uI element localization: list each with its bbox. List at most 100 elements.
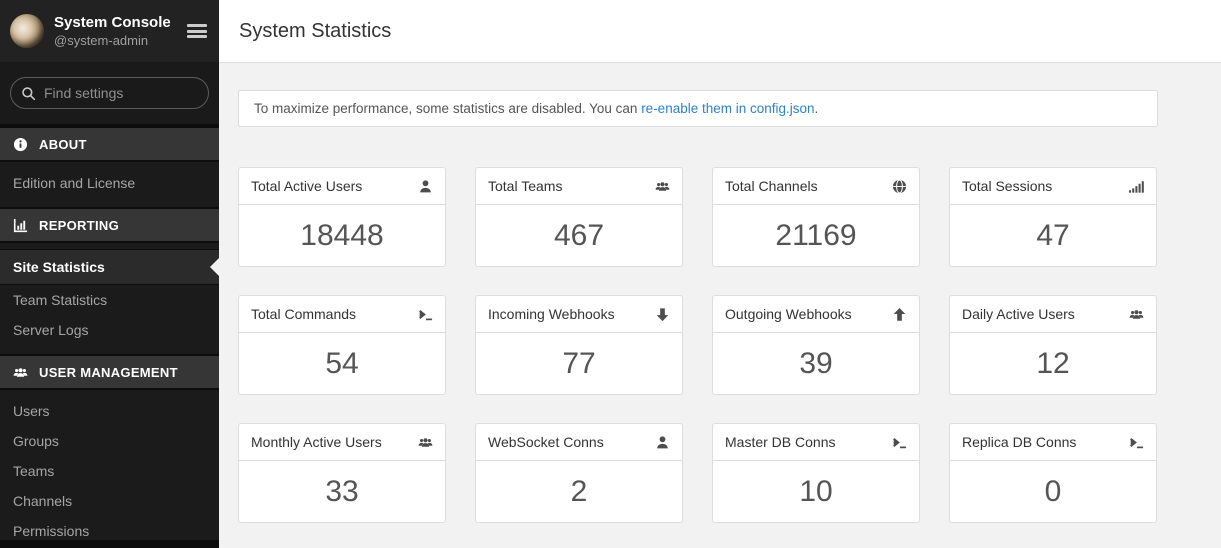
sidebar-section-items: Edition and License [0,162,219,207]
stat-card-body: 54 [239,333,445,394]
hamburger-menu-icon[interactable] [187,22,207,41]
stat-card-body: 77 [476,333,682,394]
search-icon [21,86,36,101]
stat-card-header: Incoming Webhooks [476,296,682,333]
stat-card-body: 21169 [713,205,919,266]
stat-card-title: Total Channels [725,178,818,194]
stat-value: 77 [562,347,595,381]
sidebar-item-channels[interactable]: Channels [0,486,219,516]
stat-card-body: 47 [950,205,1156,266]
sidebar-section-items: Site Statistics Team Statistics Server L… [0,243,219,354]
sidebar-item-permissions[interactable]: Permissions [0,516,219,540]
sidebar-section-label: ABOUT [39,137,87,152]
terminal-icon [891,434,907,450]
stat-card-header: Replica DB Conns [950,424,1156,461]
stat-value: 12 [1036,347,1069,381]
sidebar-item-edition-and-license[interactable]: Edition and License [0,168,219,198]
config-json-link[interactable]: re-enable them in config.json [641,101,814,116]
stat-card-title: Total Commands [251,306,356,322]
users-icon [13,364,29,380]
stat-card-outgoing-webhooks: Outgoing Webhooks 39 [712,295,920,395]
sidebar-header: System Console @system-admin [0,0,219,62]
admin-username: @system-admin [54,32,181,49]
sidebar-section-label: USER MANAGEMENT [39,365,178,380]
stat-card-body: 12 [950,333,1156,394]
stat-card-replica-db-conns: Replica DB Conns 0 [949,423,1157,523]
users-icon [1128,306,1144,322]
stat-card-title: Replica DB Conns [962,434,1076,450]
bar-chart-icon [13,217,29,233]
stat-card-title: Total Active Users [251,178,362,194]
sidebar-section-user-management: USER MANAGEMENT [0,354,219,390]
search-input[interactable] [44,85,198,101]
admin-identity: System Console @system-admin [54,13,181,49]
stat-card-title: Total Sessions [962,178,1052,194]
sidebar-item-teams[interactable]: Teams [0,456,219,486]
sidebar-item-groups[interactable]: Groups [0,426,219,456]
sidebar-section-items: Users Groups Teams Channels Permissions … [0,390,219,540]
sidebar-search-area [0,62,219,126]
terminal-icon [417,306,433,322]
user-icon [417,178,433,194]
stat-card-total-sessions: Total Sessions 47 [949,167,1157,267]
users-icon [654,178,670,194]
stat-card-header: Total Teams [476,168,682,205]
stat-value: 467 [554,219,604,253]
stat-value: 18448 [300,219,383,253]
sidebar-item-team-statistics[interactable]: Team Statistics [0,285,219,315]
terminal-icon [1128,434,1144,450]
sidebar-item-users[interactable]: Users [0,396,219,426]
content-area: To maximize performance, some statistics… [219,63,1221,548]
stat-card-header: Master DB Conns [713,424,919,461]
stat-card-title: Daily Active Users [962,306,1075,322]
stat-card-body: 2 [476,461,682,522]
main-panel: System Statistics To maximize performanc… [219,0,1221,548]
stat-card-body: 10 [713,461,919,522]
stat-card-header: Daily Active Users [950,296,1156,333]
arrow-up-icon [891,306,907,322]
stat-value: 21169 [775,219,856,253]
stat-value: 54 [325,347,358,381]
search-box[interactable] [10,77,209,109]
stat-card-title: Monthly Active Users [251,434,382,450]
stat-card-header: Total Sessions [950,168,1156,205]
arrow-down-icon [654,306,670,322]
globe-icon [891,178,907,194]
sidebar-section-about: ABOUT [0,126,219,162]
stat-card-body: 33 [239,461,445,522]
users-icon [417,434,433,450]
stat-card-body: 18448 [239,205,445,266]
info-circle-icon [13,136,29,152]
sidebar-section-label: REPORTING [39,218,119,233]
stat-card-total-commands: Total Commands 54 [238,295,446,395]
sidebar-bottom-strip [0,540,219,548]
stat-card-title: Total Teams [488,178,562,194]
admin-sidebar: System Console @system-admin ABOUT [0,0,219,548]
stat-card-header: Outgoing Webhooks [713,296,919,333]
stat-value: 10 [799,475,832,509]
banner-text: To maximize performance, some statistics… [254,101,641,116]
signal-bars-icon [1128,178,1144,194]
stat-card-header: Monthly Active Users [239,424,445,461]
stat-value: 2 [571,475,588,509]
sidebar-sections: ABOUT Edition and License REPORTING Site… [0,126,219,540]
stat-card-title: WebSocket Conns [488,434,604,450]
stat-card-monthly-active-users: Monthly Active Users 33 [238,423,446,523]
stat-card-body: 39 [713,333,919,394]
stat-card-header: Total Commands [239,296,445,333]
stat-card-header: WebSocket Conns [476,424,682,461]
page-title: System Statistics [239,20,391,43]
sidebar-item-server-logs[interactable]: Server Logs [0,315,219,345]
stat-card-total-channels: Total Channels 21169 [712,167,920,267]
stat-value: 47 [1036,219,1069,253]
performance-banner: To maximize performance, some statistics… [238,90,1158,127]
stat-value: 39 [799,347,832,381]
sidebar-item-site-statistics[interactable]: Site Statistics [0,249,219,285]
stat-card-websocket-conns: WebSocket Conns 2 [475,423,683,523]
stat-card-incoming-webhooks: Incoming Webhooks 77 [475,295,683,395]
console-title: System Console [54,13,181,32]
stat-card-body: 0 [950,461,1156,522]
stat-card-header: Total Active Users [239,168,445,205]
stat-card-title: Outgoing Webhooks [725,306,852,322]
page-header: System Statistics [219,0,1221,63]
